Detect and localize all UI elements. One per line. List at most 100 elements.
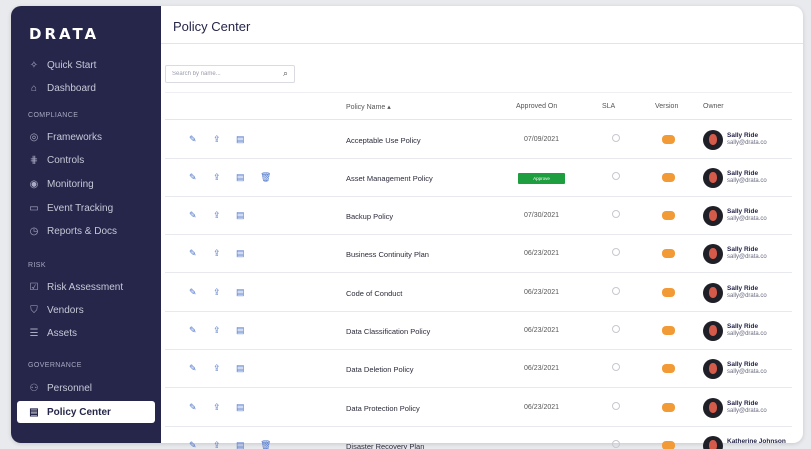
edit-icon[interactable]: ✎ — [189, 172, 197, 183]
owner-email: sally@drata.co — [727, 140, 767, 146]
edit-icon[interactable]: ✎ — [189, 363, 197, 374]
policy-name[interactable]: Acceptable Use Policy — [346, 136, 421, 145]
table-row[interactable]: ✎ ⇪ ▤ Backup Policy 07/30/2021 Sally Ride sall… — [165, 197, 792, 235]
file-icon[interactable]: ▤ — [236, 248, 245, 259]
owner-name: Sally Ride — [727, 132, 759, 139]
sidebar-item-frameworks[interactable]: ◎ Frameworks — [17, 126, 155, 148]
table-row[interactable]: ✎ ⇪ ▤ Acceptable Use Policy 07/09/2021 Sally … — [165, 121, 792, 159]
search-icon[interactable]: ⌕ — [283, 68, 288, 79]
upload-icon[interactable]: ⇪ — [213, 402, 221, 413]
sidebar-item-controls[interactable]: ⋕ Controls — [17, 149, 155, 171]
sidebar-item-event-tracking[interactable]: ▭ Event Tracking — [17, 197, 155, 219]
upload-icon[interactable]: ⇪ — [213, 248, 221, 259]
sidebar-item-dashboard[interactable]: ⌂ Dashboard — [17, 77, 155, 99]
policy-name[interactable]: Data Protection Policy — [346, 404, 420, 413]
sla-status-icon — [612, 287, 620, 295]
approved-date: 07/09/2021 — [524, 136, 560, 143]
sidebar-item-label: Controls — [47, 154, 85, 166]
column-header-policy-name[interactable]: Policy Name ▴ — [346, 103, 391, 111]
trash-icon[interactable]: 🗑 — [260, 440, 271, 449]
version-badge — [662, 364, 675, 373]
upload-icon[interactable]: ⇪ — [213, 210, 221, 221]
version-badge — [662, 288, 675, 297]
table-row[interactable]: ✎ ⇪ ▤ 🗑 Disaster Recovery Plan Katherine John… — [165, 427, 792, 449]
file-icon[interactable]: ▤ — [236, 325, 245, 336]
table-row[interactable]: ✎ ⇪ ▤ Data Protection Policy 06/23/2021 Sally… — [165, 389, 792, 427]
search-box: ⌕ — [165, 65, 295, 83]
upload-icon[interactable]: ⇪ — [213, 134, 221, 145]
owner-name: Sally Ride — [727, 285, 759, 292]
column-header-sla[interactable]: SLA — [602, 103, 615, 110]
approved-date: 06/23/2021 — [524, 327, 560, 334]
edit-icon[interactable]: ✎ — [189, 402, 197, 413]
sidebar-item-label: Dashboard — [47, 82, 96, 94]
policy-name[interactable]: Data Deletion Policy — [346, 365, 414, 374]
table-row[interactable]: ✎ ⇪ ▤ Data Deletion Policy 06/23/2021 Sally R… — [165, 350, 792, 388]
sidebar-item-label: Policy Center — [47, 406, 111, 418]
policy-name[interactable]: Business Continuity Plan — [346, 250, 429, 259]
policy-name[interactable]: Backup Policy — [346, 212, 393, 221]
approved-date: 07/30/2021 — [524, 212, 560, 219]
upload-icon[interactable]: ⇪ — [213, 440, 221, 449]
sidebar-item-policy-center[interactable]: ▤ Policy Center — [17, 401, 155, 423]
owner-email: sally@drata.co — [727, 331, 767, 337]
file-icon[interactable]: ▤ — [236, 402, 245, 413]
column-header-version[interactable]: Version — [655, 103, 678, 110]
policy-name[interactable]: Disaster Recovery Plan — [346, 442, 424, 449]
version-badge — [662, 326, 675, 335]
sidebar-item-monitoring[interactable]: ◉ Monitoring — [17, 173, 155, 195]
sidebar-item-vendors[interactable]: ⛉ Vendors — [17, 299, 155, 321]
sidebar-item-reports-docs[interactable]: ◷ Reports & Docs — [17, 220, 155, 242]
file-icon[interactable]: ▤ — [236, 363, 245, 374]
policy-name[interactable]: Code of Conduct — [346, 289, 402, 298]
approved-date: 06/23/2021 — [524, 365, 560, 372]
upload-icon[interactable]: ⇪ — [213, 172, 221, 183]
table-row[interactable]: ✎ ⇪ ▤ Data Classification Policy 06/23/2021 S… — [165, 312, 792, 350]
table-header: Policy Name ▴ Approved On SLA Version Ow… — [165, 92, 792, 120]
search-input[interactable] — [166, 66, 276, 82]
upload-icon[interactable]: ⇪ — [213, 287, 221, 298]
owner-email: sally@drata.co — [727, 178, 767, 184]
sparkle-icon: ✧ — [29, 59, 39, 71]
avatar — [703, 130, 723, 150]
edit-icon[interactable]: ✎ — [189, 287, 197, 298]
owner-name: Sally Ride — [727, 246, 759, 253]
file-icon[interactable]: ▤ — [236, 134, 245, 145]
file-icon[interactable]: ▤ — [236, 172, 245, 183]
column-header-owner[interactable]: Owner — [703, 103, 724, 110]
edit-icon[interactable]: ✎ — [189, 325, 197, 336]
approve-button[interactable]: Approve — [518, 173, 565, 184]
drata-logo[interactable]: DRATA — [29, 25, 99, 43]
version-badge — [662, 173, 675, 182]
edit-icon[interactable]: ✎ — [189, 248, 197, 259]
upload-icon[interactable]: ⇪ — [213, 363, 221, 374]
sort-up-icon: ▴ — [387, 104, 391, 111]
table-row[interactable]: ✎ ⇪ ▤ Code of Conduct 06/23/2021 Sally Ride sa… — [165, 274, 792, 312]
file-icon[interactable]: ▤ — [236, 440, 245, 449]
trash-icon[interactable]: 🗑 — [260, 172, 271, 183]
sidebar-item-assets[interactable]: ☰ Assets — [17, 322, 155, 344]
owner-name: Sally Ride — [727, 400, 759, 407]
policy-name[interactable]: Data Classification Policy — [346, 327, 430, 336]
column-header-approved-on[interactable]: Approved On — [516, 103, 557, 110]
avatar — [703, 206, 723, 226]
sidebar-item-label: Assets — [47, 327, 78, 339]
upload-icon[interactable]: ⇪ — [213, 325, 221, 336]
sla-status-icon — [612, 440, 620, 448]
edit-icon[interactable]: ✎ — [189, 210, 197, 221]
policy-name[interactable]: Asset Management Policy — [346, 174, 433, 183]
sidebar-item-personnel[interactable]: ⚇ Personnel — [17, 377, 155, 399]
section-label-compliance: COMPLIANCE — [28, 112, 79, 119]
sidebar-item-label: Personnel — [47, 382, 93, 394]
sidebar-item-risk-assessment[interactable]: ☑ Risk Assessment — [17, 276, 155, 298]
file-icon[interactable]: ▤ — [236, 287, 245, 298]
sla-status-icon — [612, 210, 620, 218]
file-icon[interactable]: ▤ — [236, 210, 245, 221]
table-row[interactable]: ✎ ⇪ ▤ Business Continuity Plan 06/23/2021 Sal… — [165, 235, 792, 273]
owner-email: sally@drata.co — [727, 254, 767, 260]
edit-icon[interactable]: ✎ — [189, 134, 197, 145]
sidebar-item-quick-start[interactable]: ✧ Quick Start — [17, 54, 155, 76]
calendar-icon: ▭ — [29, 202, 39, 214]
table-row[interactable]: ✎ ⇪ ▤ 🗑 Asset Management Policy Approve Sally … — [165, 159, 792, 197]
edit-icon[interactable]: ✎ — [189, 440, 197, 449]
